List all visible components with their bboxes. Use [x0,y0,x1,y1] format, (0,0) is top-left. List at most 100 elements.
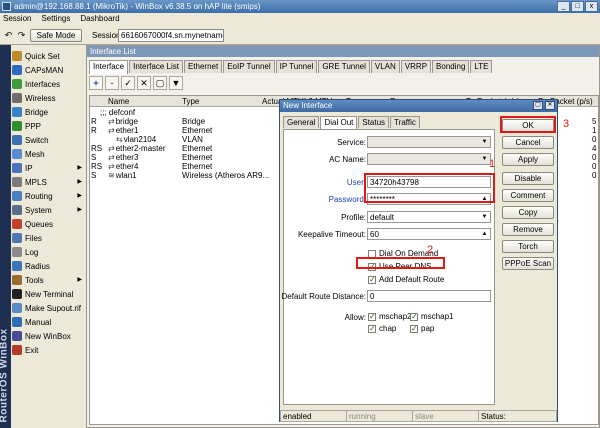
tab-interface[interactable]: Interface [89,60,129,74]
menu-settings[interactable]: Settings [41,14,70,25]
sidebar-item-interfaces[interactable]: Interfaces [12,77,84,91]
window-title: admin@192.168.88.1 (MikroTik) - WinBox v… [14,2,261,11]
copy-button[interactable]: Copy [502,206,554,219]
tab-vrrp[interactable]: VRRP [400,60,432,73]
torch-button[interactable]: Torch [502,240,554,253]
sidebar-item-quick-set[interactable]: Quick Set [12,49,84,63]
tab-eoip-tunnel[interactable]: EoIP Tunnel [223,60,275,73]
tab-interface-list[interactable]: Interface List [129,60,183,73]
sidebar-item-wireless[interactable]: Wireless [12,91,84,105]
sidebar-item-ppp[interactable]: PPP [12,119,84,133]
tab-bonding[interactable]: Bonding [432,60,470,73]
tab-ethernet[interactable]: Ethernet [183,60,223,73]
tab-lte[interactable]: LTE [470,60,493,73]
ethernet-icon: ⇄ [108,144,115,153]
sidebar-item-label: Radius [25,261,50,271]
service-dropdown-icon[interactable]: ▼ [479,137,490,147]
terminal-icon [12,289,22,299]
allow-mschap1-checkbox[interactable]: ✓ mschap1 [410,311,453,322]
column-header[interactable]: Type [182,97,199,106]
radius-icon [12,261,22,271]
sidebar-item-label: Tools [25,275,44,285]
tab-status[interactable]: Status [358,116,390,128]
dialog-titlebar: New Interface ▢ ✕ [280,100,557,112]
sidebar-item-label: Exit [25,345,39,355]
undo-icon[interactable]: ↶ [3,29,14,41]
sidebar-item-new-winbox[interactable]: New WinBox [12,329,84,343]
allow-chap-checkbox[interactable]: ✓ chap [368,323,396,334]
dialog-restore-icon[interactable]: ▢ [533,101,543,110]
remove-icon[interactable]: - [105,76,119,90]
sidebar-item-radius[interactable]: Radius [12,259,84,273]
cancel-button[interactable]: Cancel [502,136,554,149]
capsman-icon [12,65,22,75]
add-default-route-box[interactable]: ✓ [368,275,376,284]
service-field[interactable]: ▼ [367,136,491,148]
ac-name-field[interactable]: ▼ [367,153,491,165]
default-route-distance-field[interactable]: 0 [367,290,491,302]
add-icon[interactable]: + [89,76,103,90]
tab-gre-tunnel[interactable]: GRE Tunnel [318,60,370,73]
password-reveal-icon[interactable]: ▲ [479,194,490,204]
sidebar-item-ip[interactable]: IP ▶ [12,161,84,175]
sidebar-item-make-supout-rif[interactable]: Make Supout.rif [12,301,84,315]
sidebar-item-routing[interactable]: Routing ▶ [12,189,84,203]
session-field[interactable]: 6616067000f4.sn.mynetname.net [118,29,224,42]
pppoe-scan-button[interactable]: PPPoE Scan [502,257,554,270]
sidebar-item-capsman[interactable]: CAPsMAN [12,63,84,77]
allow-pap-checkbox[interactable]: ✓ pap [410,323,434,334]
tab-general[interactable]: General [283,116,320,128]
sidebar-item-system[interactable]: System ▶ [12,203,84,217]
tab-ip-tunnel[interactable]: IP Tunnel [275,60,318,73]
tab-traffic[interactable]: Traffic [390,116,420,128]
dial-on-demand-box[interactable] [368,249,376,258]
password-field[interactable]: ******** ▲ [367,193,491,205]
remove-button[interactable]: Remove [502,223,554,236]
sidebar-item-files[interactable]: Files [12,231,84,245]
minimize-button[interactable]: _ [557,1,570,12]
vlan-icon: ⇆ [116,135,123,144]
use-peer-dns-checkbox[interactable]: ✓ Use Peer DNS [368,261,431,272]
sidebar-item-mesh[interactable]: Mesh [12,147,84,161]
row-type: VLAN [182,135,203,144]
default-route-distance-label: Default Route Distance: [281,292,367,301]
sidebar-item-mpls[interactable]: MPLS ▶ [12,175,84,189]
apply-button[interactable]: Apply [502,153,554,166]
keepalive-dropdown-icon[interactable]: ▲ [479,229,490,239]
add-default-route-checkbox[interactable]: ✓ Add Default Route [368,274,444,285]
profile-field[interactable]: default ▼ [367,211,491,223]
user-field[interactable]: 34720h43798 [367,176,491,188]
maximize-button[interactable]: □ [571,1,584,12]
disable-icon[interactable]: ✕ [137,76,151,90]
sidebar-item-log[interactable]: Log [12,245,84,259]
enable-icon[interactable]: ✓ [121,76,135,90]
redo-icon[interactable]: ↷ [16,29,27,41]
tab-vlan[interactable]: VLAN [370,60,400,73]
filter-icon[interactable]: ▼ [169,76,183,90]
allow-mschap2-checkbox[interactable]: ✓ mschap2 [368,311,411,322]
sidebar-item-switch[interactable]: Switch [12,133,84,147]
sidebar-item-queues[interactable]: Queues [12,217,84,231]
disable-button[interactable]: Disable [502,172,554,185]
tab-dial-out[interactable]: Dial Out [320,116,358,129]
row-rx-packet: 0 [592,162,597,171]
safe-mode-button[interactable]: Safe Mode [30,29,82,42]
sidebar-item-bridge[interactable]: Bridge [12,105,84,119]
interface-list-toolbar: + - ✓ ✕ ▢ ▼ [89,76,183,92]
menu-dashboard[interactable]: Dashboard [80,14,119,25]
profile-dropdown-icon[interactable]: ▼ [479,212,490,222]
use-peer-dns-box[interactable]: ✓ [368,262,376,271]
close-button[interactable]: x [585,1,598,12]
ok-button[interactable]: OK [502,119,554,132]
dialog-close-icon[interactable]: ✕ [545,101,555,110]
comment-button[interactable]: Comment [502,189,554,202]
sidebar-item-new-terminal[interactable]: New Terminal [12,287,84,301]
sidebar-item-tools[interactable]: Tools ▶ [12,273,84,287]
comment-icon[interactable]: ▢ [153,76,167,90]
sidebar-item-exit[interactable]: Exit [12,343,84,357]
menu-session[interactable]: Session [3,14,31,25]
column-header[interactable]: Name [108,97,129,106]
keepalive-field[interactable]: 60 ▲ [367,228,491,240]
sidebar-item-manual[interactable]: Manual [12,315,84,329]
sidebar-item-label: Log [25,247,39,257]
